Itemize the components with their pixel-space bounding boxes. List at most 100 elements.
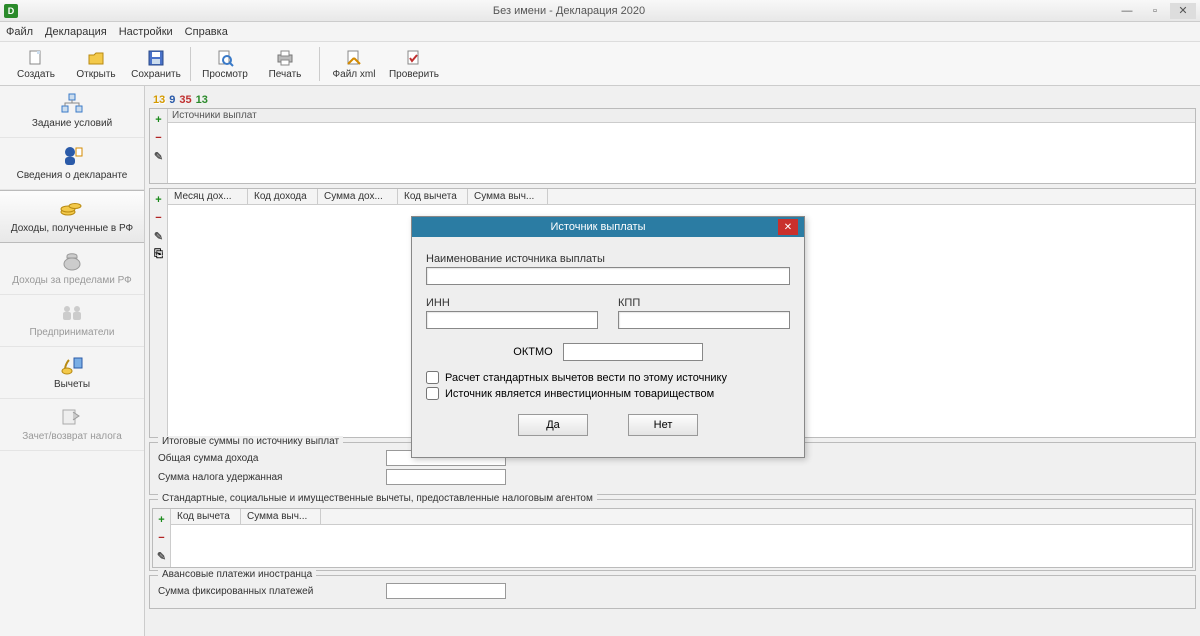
xml-file-icon <box>344 48 364 68</box>
sidebar: Задание условий Сведения о декларанте До… <box>0 86 145 636</box>
advance-fieldset: Авансовые платежи иностранца Сумма фикси… <box>149 575 1196 609</box>
source-dialog: Источник выплаты ✕ Наименование источник… <box>411 216 805 458</box>
agent-deductions-legend: Стандартные, социальные и имущественные … <box>158 493 597 504</box>
maximize-button[interactable]: ▫ <box>1142 3 1168 19</box>
edit-deduction-button[interactable]: ✎ <box>155 549 169 563</box>
investment-checkbox[interactable] <box>426 387 439 400</box>
remove-source-button[interactable]: − <box>152 131 166 145</box>
fixed-sum-label: Сумма фиксированных платежей <box>158 586 378 597</box>
fixed-sum-input[interactable] <box>386 583 506 599</box>
yes-button[interactable]: Да <box>518 414 588 436</box>
check-button[interactable]: Проверить <box>384 44 444 84</box>
tax-withheld-input[interactable] <box>386 469 506 485</box>
separator <box>190 47 191 81</box>
menu-file[interactable]: Файл <box>6 26 33 38</box>
col-month[interactable]: Месяц дох... <box>168 189 248 204</box>
menu-declaration[interactable]: Декларация <box>45 26 107 38</box>
tax-withheld-label: Сумма налога удержанная <box>158 472 378 483</box>
sources-panel: + − ✎ Источники выплат <box>149 108 1196 184</box>
col-dedsum[interactable]: Сумма выч... <box>468 189 548 204</box>
rate-tabs: 13 9 35 13 <box>145 86 1200 106</box>
income-grid-header: Месяц дох... Код дохода Сумма дох... Код… <box>168 189 1195 205</box>
inn-input[interactable] <box>426 311 598 329</box>
add-deduction-button[interactable]: + <box>155 513 169 527</box>
sources-header: Источники выплат <box>168 109 1195 123</box>
col-code[interactable]: Код дохода <box>248 189 318 204</box>
save-button[interactable]: Сохранить <box>126 44 186 84</box>
kpp-label: КПП <box>618 297 790 309</box>
sidebar-item-entrepreneurs[interactable]: Предприниматели <box>0 295 144 347</box>
separator <box>319 47 320 81</box>
minimize-button[interactable]: — <box>1114 3 1140 19</box>
sidebar-item-deductions[interactable]: Вычеты <box>0 347 144 399</box>
person-icon <box>58 144 86 168</box>
preview-button[interactable]: Просмотр <box>195 44 255 84</box>
return-icon <box>58 405 86 429</box>
menubar: Файл Декларация Настройки Справка <box>0 22 1200 42</box>
dialog-titlebar[interactable]: Источник выплаты ✕ <box>412 217 804 237</box>
sources-list[interactable] <box>168 123 1195 181</box>
people-icon <box>58 301 86 325</box>
std-deductions-checkbox[interactable] <box>426 371 439 384</box>
save-icon <box>146 48 166 68</box>
total-income-label: Общая сумма дохода <box>158 453 378 464</box>
edit-income-button[interactable]: ✎ <box>152 229 166 243</box>
dialog-close-button[interactable]: ✕ <box>778 219 798 235</box>
coins-icon <box>58 197 86 221</box>
sidebar-item-income-rf[interactable]: Доходы, полученные в РФ <box>0 190 144 243</box>
window-title: Без имени - Декларация 2020 <box>24 5 1114 17</box>
bag-icon <box>58 249 86 273</box>
open-button[interactable]: Открыть <box>66 44 126 84</box>
sources-buttonbar: + − ✎ <box>150 109 168 183</box>
deductions-grid-header: Код вычета Сумма выч... <box>171 509 1192 525</box>
close-button[interactable]: ✕ <box>1170 3 1196 19</box>
advance-legend: Авансовые платежи иностранца <box>158 569 316 580</box>
menu-help[interactable]: Справка <box>185 26 228 38</box>
rate-tab-9[interactable]: 9 <box>169 94 175 106</box>
deductions-icon <box>58 353 86 377</box>
remove-income-button[interactable]: − <box>152 211 166 225</box>
rate-tab-35[interactable]: 35 <box>179 94 191 106</box>
dcol-code[interactable]: Код вычета <box>171 509 241 524</box>
titlebar: D Без имени - Декларация 2020 — ▫ ✕ <box>0 0 1200 22</box>
print-icon <box>275 48 295 68</box>
add-source-button[interactable]: + <box>152 113 166 127</box>
sidebar-item-conditions[interactable]: Задание условий <box>0 86 144 138</box>
rate-tab-13b[interactable]: 13 <box>196 94 208 106</box>
toolbar: Создать Открыть Сохранить Просмотр Печат… <box>0 42 1200 86</box>
incomes-buttonbar: + − ✎ ⎘ <box>150 189 168 437</box>
col-dedcode[interactable]: Код вычета <box>398 189 468 204</box>
rate-tab-13[interactable]: 13 <box>153 94 165 106</box>
sidebar-item-declarant[interactable]: Сведения о декларанте <box>0 138 144 190</box>
source-name-input[interactable] <box>426 267 790 285</box>
create-button[interactable]: Создать <box>6 44 66 84</box>
check-icon <box>404 48 424 68</box>
kpp-input[interactable] <box>618 311 790 329</box>
menu-settings[interactable]: Настройки <box>119 26 173 38</box>
remove-deduction-button[interactable]: − <box>155 531 169 545</box>
dcol-sum[interactable]: Сумма выч... <box>241 509 321 524</box>
conditions-icon <box>58 92 86 116</box>
source-name-label: Наименование источника выплаты <box>426 253 790 265</box>
no-button[interactable]: Нет <box>628 414 698 436</box>
repeat-income-button[interactable]: ⎘ <box>152 247 166 261</box>
oktmo-input[interactable] <box>563 343 703 361</box>
app-icon: D <box>4 4 18 18</box>
std-deductions-label: Расчет стандартных вычетов вести по этом… <box>445 372 727 384</box>
preview-icon <box>215 48 235 68</box>
print-button[interactable]: Печать <box>255 44 315 84</box>
oktmo-label: ОКТМО <box>513 346 552 358</box>
edit-source-button[interactable]: ✎ <box>152 149 166 163</box>
investment-label: Источник является инвестиционным товарищ… <box>445 388 714 400</box>
new-file-icon <box>26 48 46 68</box>
folder-open-icon <box>86 48 106 68</box>
dialog-title: Источник выплаты <box>418 221 778 233</box>
col-sum[interactable]: Сумма дох... <box>318 189 398 204</box>
add-income-button[interactable]: + <box>152 193 166 207</box>
sidebar-item-tax-return[interactable]: Зачет/возврат налога <box>0 399 144 451</box>
sidebar-item-income-abroad[interactable]: Доходы за пределами РФ <box>0 243 144 295</box>
filexml-button[interactable]: Файл xml <box>324 44 384 84</box>
inn-label: ИНН <box>426 297 598 309</box>
deductions-buttonbar: + − ✎ <box>153 509 171 567</box>
agent-deductions-fieldset: Стандартные, социальные и имущественные … <box>149 499 1196 571</box>
